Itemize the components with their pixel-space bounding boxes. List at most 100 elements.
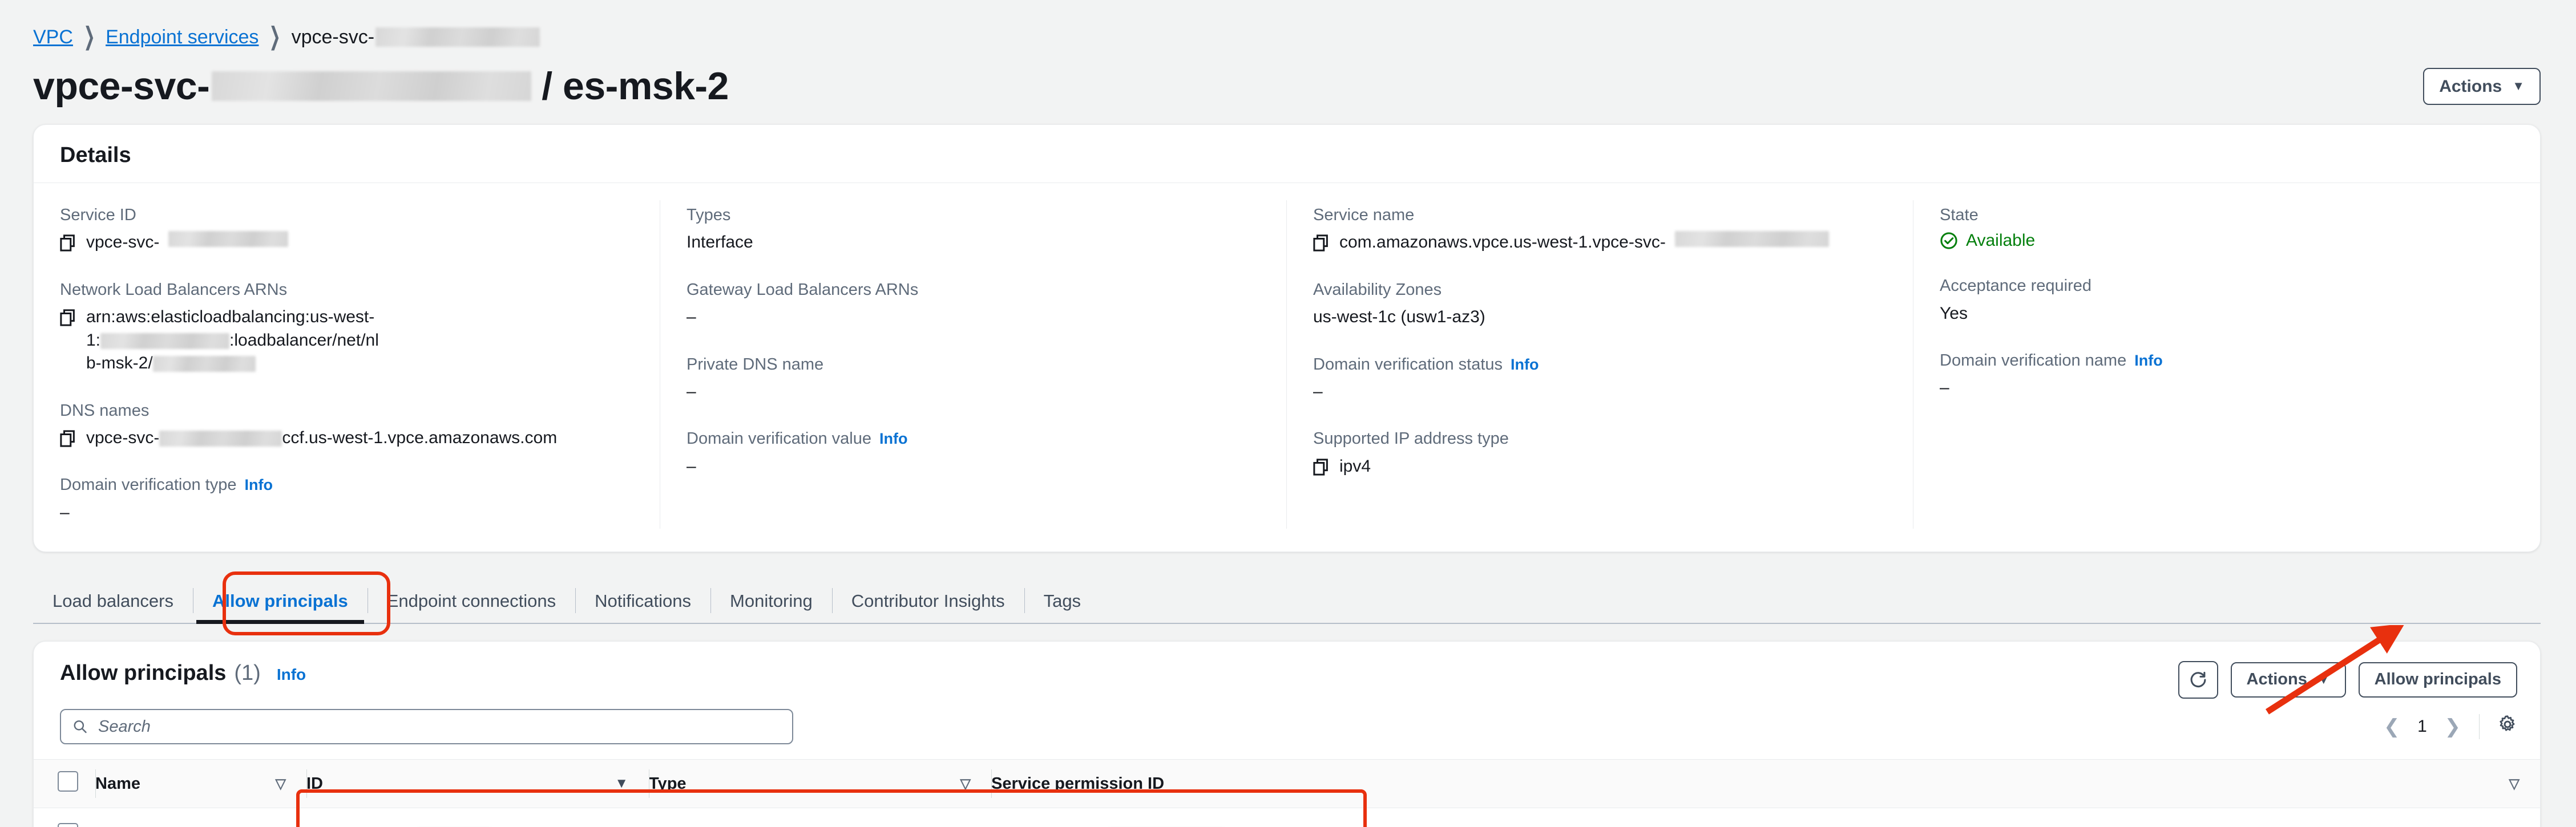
settings-gear-button[interactable] xyxy=(2498,715,2517,739)
select-all-checkbox[interactable] xyxy=(58,771,78,792)
search-box[interactable] xyxy=(60,709,793,744)
panel-header: Allow principals (1) Info Actions ▼ Allo… xyxy=(34,642,2540,699)
breadcrumb-item-endpoint-services[interactable]: Endpoint services xyxy=(106,27,259,47)
breadcrumb-item-vpc[interactable]: VPC xyxy=(33,27,73,47)
field-acceptance-required: Acceptance required Yes xyxy=(1940,275,2515,325)
tab-label: Contributor Insights xyxy=(851,591,1005,611)
copy-icon[interactable] xyxy=(60,309,77,326)
column-header-name[interactable]: Name ▽ xyxy=(95,759,306,808)
chevron-down-icon: ▼ xyxy=(2512,79,2525,93)
redacted-lb-suffix xyxy=(152,356,256,372)
page-title-prefix: vpce-svc- xyxy=(33,64,210,108)
details-column-4: State Available Acceptance required Yes xyxy=(1913,200,2540,529)
redacted-account-id xyxy=(100,333,230,349)
field-label: Acceptance required xyxy=(1940,277,2092,295)
copy-icon[interactable] xyxy=(60,234,77,252)
page-header: vpce-svc- / es-msk-2 Actions ▼ xyxy=(0,47,2576,108)
field-label: Domain verification type Info xyxy=(60,475,635,495)
field-text-2: ccf.us-west-1.vpce.amazonaws.com xyxy=(282,428,558,447)
sort-icon[interactable]: ▽ xyxy=(276,776,286,792)
next-page-icon[interactable]: ❯ xyxy=(2445,715,2461,738)
table-row[interactable]: – arn:aws:iam::1:root Account vpce-svc-p… xyxy=(34,808,2540,827)
page-actions-button[interactable]: Actions ▼ xyxy=(2423,67,2541,105)
info-link[interactable]: Info xyxy=(244,476,272,495)
status-text: Available xyxy=(1966,231,2036,250)
redacted-dns-segment xyxy=(159,430,282,447)
field-value: us-west-1c (usw1-az3) xyxy=(1313,307,1485,326)
field-value: ipv4 xyxy=(1313,455,1888,479)
tab-load-balancers[interactable]: Load balancers xyxy=(33,578,193,623)
cell-service-permission-id: vpce-svc-perm-d xyxy=(991,808,2540,827)
details-card-header: Details xyxy=(34,125,2540,183)
field-label: Availability Zones xyxy=(1313,280,1442,299)
tab-tags[interactable]: Tags xyxy=(1024,578,1100,623)
info-link[interactable]: Info xyxy=(277,666,306,684)
tab-monitoring[interactable]: Monitoring xyxy=(710,578,832,623)
tab-label: Allow principals xyxy=(212,591,348,611)
search-input[interactable] xyxy=(98,717,781,736)
field-supported-ip-address-type: Supported IP address type ipv4 xyxy=(1313,428,1888,478)
tab-label: Monitoring xyxy=(730,591,813,611)
panel-count: (1) xyxy=(234,661,261,685)
field-service-name: Service name com.amazonaws.vpce.us-west-… xyxy=(1313,205,1888,254)
tab-allow-principals[interactable]: Allow principals xyxy=(193,578,368,624)
sort-icon-active[interactable]: ▼ xyxy=(615,776,628,792)
column-header-service-permission-id[interactable]: Service permission ID ▽ xyxy=(991,759,2540,808)
details-grid: Service ID vpce-svc- Network Load Balanc… xyxy=(34,183,2540,552)
page-number: 1 xyxy=(2417,717,2427,736)
info-link[interactable]: Info xyxy=(2134,351,2162,371)
table-actions-button[interactable]: Actions ▼ xyxy=(2230,662,2346,698)
tab-contributor-insights[interactable]: Contributor Insights xyxy=(831,578,1024,623)
check-circle-icon xyxy=(1940,232,1957,249)
column-header-label: Type xyxy=(649,774,687,793)
field-label-text: Domain verification type xyxy=(60,476,237,494)
pagination: ❮ 1 ❯ xyxy=(2384,714,2517,739)
info-link[interactable]: Info xyxy=(879,429,907,449)
copy-icon[interactable] xyxy=(60,430,77,447)
panel-title-text: Allow principals xyxy=(60,661,227,685)
details-column-2: Types Interface Gateway Load Balancers A… xyxy=(660,200,1287,529)
tab-notifications[interactable]: Notifications xyxy=(575,578,710,623)
field-value: – xyxy=(687,456,696,476)
divider xyxy=(2479,714,2480,739)
tab-label: Notifications xyxy=(595,591,692,611)
field-label: DNS names xyxy=(60,401,150,420)
field-value: – xyxy=(1940,378,1949,398)
details-heading: Details xyxy=(60,143,131,167)
tab-endpoint-connections[interactable]: Endpoint connections xyxy=(367,578,575,623)
sort-icon[interactable]: ▽ xyxy=(960,776,971,792)
field-gwlb-arns: Gateway Load Balancers ARNs – xyxy=(687,279,1261,329)
select-all-header xyxy=(34,759,95,808)
row-select-cell xyxy=(34,808,95,827)
redacted-service-id xyxy=(376,27,540,47)
sort-icon[interactable]: ▽ xyxy=(2509,776,2520,792)
details-column-1: Service ID vpce-svc- Network Load Balanc… xyxy=(34,200,660,529)
row-checkbox[interactable] xyxy=(58,823,78,827)
vpc-endpoint-service-detail-page: VPC ❯ Endpoint services ❯ vpce-svc- vpce… xyxy=(0,0,2576,827)
copy-icon[interactable] xyxy=(1313,234,1330,252)
field-value: – xyxy=(1313,382,1323,401)
panel-actions: Actions ▼ Allow principals xyxy=(2178,661,2517,699)
field-label: Supported IP address type xyxy=(1313,429,1509,448)
column-header-label: ID xyxy=(306,774,323,793)
table-header-row: Name ▽ ID ▼ Type ▽ Service permission ID… xyxy=(34,759,2540,808)
copy-icon[interactable] xyxy=(1313,458,1330,476)
field-label: Network Load Balancers ARNs xyxy=(60,280,288,299)
breadcrumb-item-current: vpce-svc- xyxy=(292,27,540,47)
allow-principals-button[interactable]: Allow principals xyxy=(2358,662,2517,698)
panel-toolbar: ❮ 1 ❯ xyxy=(34,699,2540,759)
breadcrumb-separator-icon: ❯ xyxy=(269,23,281,51)
redacted-title-segment xyxy=(212,71,532,101)
search-icon xyxy=(74,720,87,733)
previous-page-icon[interactable]: ❮ xyxy=(2384,715,2400,738)
column-header-type[interactable]: Type ▽ xyxy=(649,759,991,808)
column-header-label: Service permission ID xyxy=(991,774,1165,793)
info-link[interactable]: Info xyxy=(1511,355,1539,375)
refresh-button[interactable] xyxy=(2178,661,2218,699)
gear-icon xyxy=(2500,715,2515,731)
field-value: – xyxy=(687,382,696,401)
field-value: – xyxy=(687,307,696,326)
field-text: vpce-svc- xyxy=(86,233,160,252)
cell-id: arn:aws:iam::1:root xyxy=(306,808,649,827)
column-header-id[interactable]: ID ▼ xyxy=(306,759,649,808)
